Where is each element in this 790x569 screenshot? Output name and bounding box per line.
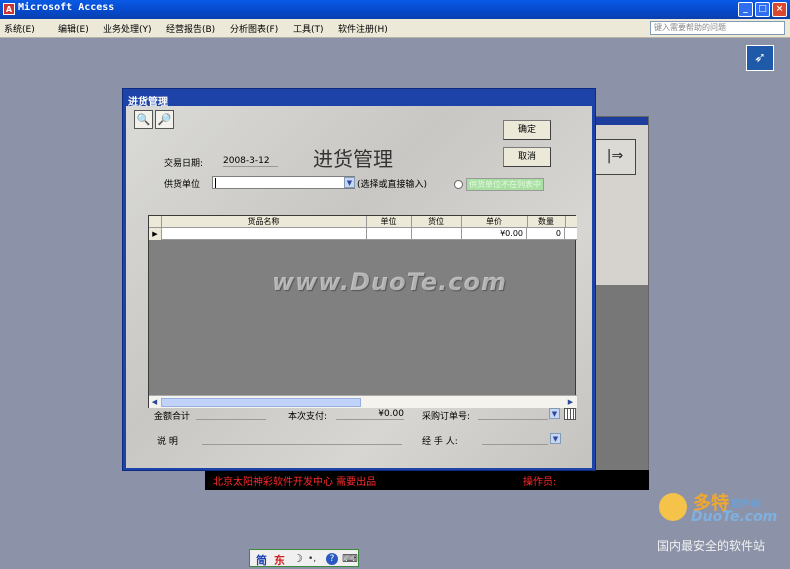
keyboard-icon[interactable]: ⌨ bbox=[342, 552, 358, 565]
grid-horizontal-scrollbar[interactable]: ◀ ▶ bbox=[149, 395, 577, 408]
col-goods-name[interactable]: 货品名称 bbox=[161, 216, 367, 228]
cell-qty[interactable]: 0 bbox=[527, 228, 565, 240]
help-icon[interactable]: ? bbox=[326, 553, 338, 565]
supplier-label: 供货单位 bbox=[164, 180, 201, 190]
close-button[interactable]: × bbox=[772, 2, 787, 17]
cell-location[interactable] bbox=[411, 228, 462, 240]
date-label: 交易日期: bbox=[164, 159, 204, 169]
handler-field[interactable] bbox=[482, 434, 548, 445]
form-heading: 进货管理 bbox=[313, 147, 393, 171]
status-band: 北京太阳神彩软件开发中心 需要出品 操作员: bbox=[205, 470, 649, 490]
calendar-icon[interactable] bbox=[564, 408, 576, 420]
handler-dropdown-icon[interactable]: ▼ bbox=[550, 433, 561, 444]
operator-label: 操作员: bbox=[523, 477, 557, 488]
payment-label: 本次支付: bbox=[288, 412, 328, 422]
app-titlebar[interactable]: A Microsoft Access _ □ × bbox=[0, 0, 790, 19]
supplier-dropdown-icon[interactable]: ▼ bbox=[344, 177, 355, 188]
table-row[interactable]: ▶ ¥0.00 0 bbox=[149, 228, 577, 240]
note-label: 说 明 bbox=[157, 437, 178, 447]
supplier-hint: (选择或直接输入) bbox=[357, 180, 428, 190]
goods-grid: 货品名称 单位 货位 单价 数量 ▶ ¥0.00 0 ◀ ▶ bbox=[148, 215, 577, 408]
confirm-button[interactable]: 确定 bbox=[503, 120, 551, 140]
cell-price[interactable]: ¥0.00 bbox=[461, 228, 527, 240]
total-field[interactable] bbox=[196, 419, 266, 420]
cell-goods-name[interactable] bbox=[161, 228, 367, 240]
cancel-button[interactable]: 取消 bbox=[503, 147, 551, 167]
col-unit[interactable]: 单位 bbox=[366, 216, 412, 228]
date-field[interactable]: 2008-3-12 bbox=[223, 156, 278, 167]
supplier-radio[interactable] bbox=[454, 180, 463, 189]
app-title: Microsoft Access bbox=[18, 2, 115, 13]
supplier-radio-label[interactable]: 供货单位不在列表中 bbox=[466, 178, 544, 191]
handler-label: 经 手 人: bbox=[422, 437, 458, 447]
total-label: 金额合计 bbox=[154, 412, 191, 422]
scroll-right-icon[interactable]: ▶ bbox=[565, 397, 576, 408]
cell-unit[interactable] bbox=[366, 228, 412, 240]
moon-icon[interactable]: ☽ bbox=[293, 552, 303, 565]
menu-system[interactable]: 系统(E) bbox=[4, 22, 35, 35]
col-location[interactable]: 货位 bbox=[411, 216, 462, 228]
find-record-icon[interactable]: 🔎 bbox=[155, 110, 174, 129]
supplier-combo[interactable] bbox=[212, 176, 355, 189]
payment-field[interactable]: ¥0.00 bbox=[336, 409, 404, 420]
scroll-left-icon[interactable]: ◀ bbox=[149, 397, 160, 408]
menu-tools[interactable]: 工具(T) bbox=[293, 22, 324, 35]
menu-business[interactable]: 业务处理(Y) bbox=[103, 22, 152, 35]
watermark-logo-url: DuoTe.com bbox=[691, 509, 778, 525]
maximize-button[interactable]: □ bbox=[755, 2, 770, 17]
punctuation-icon[interactable]: •, bbox=[308, 554, 316, 564]
po-dropdown-icon[interactable]: ▼ bbox=[549, 408, 560, 419]
text-cursor bbox=[215, 178, 216, 188]
company-status-text: 北京太阳神彩软件开发中心 需要出品 bbox=[213, 477, 377, 488]
ime-mode-simplified[interactable]: 简 bbox=[256, 552, 267, 568]
po-field[interactable] bbox=[478, 409, 548, 420]
grid-header: 货品名称 单位 货位 单价 数量 bbox=[149, 216, 577, 228]
access-key-icon: A bbox=[3, 3, 15, 15]
menu-edit[interactable]: 编辑(E) bbox=[58, 22, 89, 35]
note-field[interactable] bbox=[202, 434, 402, 445]
menu-register[interactable]: 软件注册(H) bbox=[338, 22, 388, 35]
col-price[interactable]: 单价 bbox=[461, 216, 528, 228]
col-qty[interactable]: 数量 bbox=[527, 216, 566, 228]
exit-door-icon[interactable]: |⇒ bbox=[594, 139, 636, 175]
minimize-button[interactable]: _ bbox=[738, 2, 753, 17]
ime-mode-east[interactable]: 东 bbox=[274, 552, 285, 568]
watermark-logo-small: 软件站 bbox=[731, 499, 761, 510]
ime-toolbar[interactable]: 简 东 ☽ •, ? ⌨ bbox=[249, 549, 359, 567]
print-preview-icon[interactable]: 🔍 bbox=[134, 110, 153, 129]
watermark-slogan: 国内最安全的软件站 bbox=[657, 539, 766, 553]
menu-report[interactable]: 经营报告(B) bbox=[166, 22, 215, 35]
help-search-input[interactable]: 键入需要帮助的问题 bbox=[650, 21, 785, 35]
bird-logo-icon: ➶ bbox=[746, 45, 774, 71]
background-form-panel bbox=[596, 285, 648, 475]
watermark-center: www.DuoTe.com bbox=[272, 268, 507, 296]
menu-charts[interactable]: 分析图表(F) bbox=[230, 22, 278, 35]
po-label: 采购订单号: bbox=[422, 412, 471, 422]
mascot-icon bbox=[659, 493, 687, 521]
scroll-thumb[interactable] bbox=[161, 398, 361, 407]
